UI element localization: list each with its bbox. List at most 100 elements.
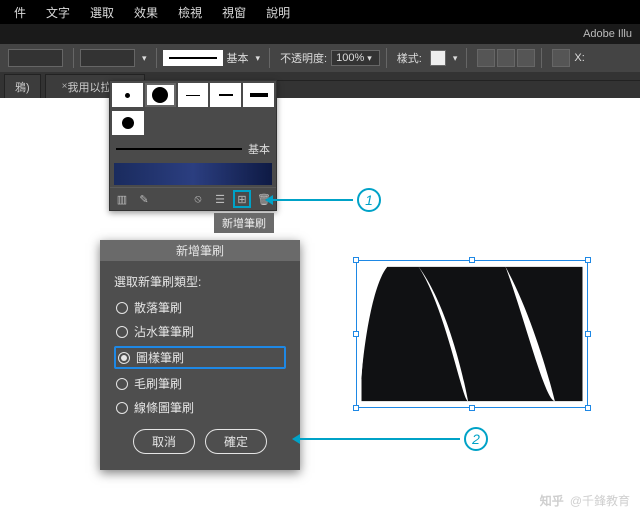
brush-style-label: 基本 bbox=[227, 50, 249, 66]
menu-item[interactable]: 文字 bbox=[46, 4, 70, 21]
brush-type-option[interactable]: 散落筆刷 bbox=[114, 298, 286, 317]
selected-artwork[interactable] bbox=[356, 260, 588, 408]
selection-handle[interactable] bbox=[353, 405, 359, 411]
opacity-label: 不透明度: bbox=[280, 50, 327, 66]
watermark: 知乎 @千鋒教育 bbox=[540, 492, 630, 509]
brush-swatch[interactable] bbox=[178, 83, 209, 107]
menu-item[interactable]: 選取 bbox=[90, 4, 114, 21]
transform-icon[interactable] bbox=[552, 49, 570, 67]
library-icon[interactable]: ▥ bbox=[114, 191, 130, 207]
chevron-down-icon[interactable]: ▾ bbox=[142, 53, 147, 64]
option-label: 毛刷筆刷 bbox=[134, 375, 182, 392]
brush-settings-icon[interactable]: ☰ bbox=[212, 191, 228, 207]
brush-options-icon[interactable]: ✎ bbox=[136, 191, 152, 207]
arrow-icon bbox=[292, 434, 300, 444]
divider bbox=[541, 48, 542, 68]
document-tab-partial[interactable]: 鴉) bbox=[4, 74, 41, 98]
dialog-title: 新增筆刷 bbox=[100, 240, 300, 261]
brush-row bbox=[110, 81, 276, 109]
callout-line bbox=[300, 438, 460, 440]
menu-item[interactable]: 說明 bbox=[266, 4, 290, 21]
radio-icon bbox=[116, 402, 128, 414]
document-tabs: 鴉) × 我用以拉拉的 bbox=[0, 72, 640, 98]
brush-row bbox=[110, 109, 276, 137]
artwork-shape bbox=[357, 261, 587, 407]
transform-icons bbox=[552, 49, 570, 67]
radio-icon bbox=[116, 326, 128, 338]
menubar: 件 文字 選取 效果 檢視 視窗 說明 bbox=[0, 0, 640, 24]
align-icon[interactable] bbox=[517, 49, 535, 67]
new-brush-dialog: 新增筆刷 選取新筆刷類型: 散落筆刷 沾水筆筆刷 圖樣筆刷 毛刷筆刷 線條圖筆刷… bbox=[100, 240, 300, 470]
selection-handle[interactable] bbox=[469, 405, 475, 411]
radio-icon bbox=[116, 302, 128, 314]
watermark-author: @千鋒教育 bbox=[570, 492, 630, 509]
selection-handle[interactable] bbox=[353, 257, 359, 263]
callout-line bbox=[273, 199, 353, 201]
radio-icon bbox=[116, 378, 128, 390]
brush-swatch[interactable] bbox=[145, 83, 176, 107]
graphic-style-swatch[interactable] bbox=[430, 50, 446, 66]
option-label: 線條圖筆刷 bbox=[134, 399, 194, 416]
brush-swatch[interactable] bbox=[243, 83, 274, 107]
brush-swatch[interactable] bbox=[112, 83, 143, 107]
fill-swatch[interactable] bbox=[8, 49, 63, 67]
selection-handle[interactable] bbox=[353, 331, 359, 337]
option-label: 圖樣筆刷 bbox=[136, 349, 184, 366]
new-brush-tooltip: 新增筆刷 bbox=[214, 213, 274, 233]
brushes-panel-footer: ▥ ✎ ⦸ ☰ ⊞ 🗑 bbox=[110, 187, 276, 210]
divider bbox=[269, 48, 270, 68]
callout-step-2: 2 bbox=[292, 427, 488, 451]
menu-item[interactable]: 視窗 bbox=[222, 4, 246, 21]
chevron-down-icon[interactable]: ▾ bbox=[367, 53, 372, 64]
selection-handle[interactable] bbox=[585, 257, 591, 263]
menu-item[interactable]: 檢視 bbox=[178, 4, 202, 21]
opacity-value: 100% bbox=[336, 52, 364, 64]
x-label: X: bbox=[574, 52, 584, 64]
brush-type-option-selected[interactable]: 圖樣筆刷 bbox=[114, 346, 286, 369]
option-label: 沾水筆筆刷 bbox=[134, 323, 194, 340]
brushes-panel: 基本 ▥ ✎ ⦸ ☰ ⊞ 🗑 新增筆刷 bbox=[109, 80, 277, 211]
new-brush-button[interactable]: ⊞ bbox=[234, 191, 250, 207]
divider bbox=[466, 48, 467, 68]
step-number: 2 bbox=[464, 427, 488, 451]
selection-handle[interactable] bbox=[469, 257, 475, 263]
callout-step-1: 1 bbox=[265, 188, 381, 212]
ok-button[interactable]: 確定 bbox=[205, 429, 267, 454]
menu-item[interactable]: 件 bbox=[14, 4, 26, 21]
menu-item[interactable]: 效果 bbox=[134, 4, 158, 21]
brush-type-option[interactable]: 毛刷筆刷 bbox=[114, 374, 286, 393]
divider bbox=[156, 48, 157, 68]
divider bbox=[73, 48, 74, 68]
cancel-button[interactable]: 取消 bbox=[133, 429, 195, 454]
chevron-down-icon[interactable]: ▾ bbox=[256, 53, 261, 64]
selection-handle[interactable] bbox=[585, 331, 591, 337]
brush-type-option[interactable]: 線條圖筆刷 bbox=[114, 398, 286, 417]
brush-swatch[interactable] bbox=[112, 111, 144, 135]
dialog-prompt: 選取新筆刷類型: bbox=[114, 273, 286, 290]
tab-title: 鴉) bbox=[15, 79, 30, 95]
stroke-color-swatch[interactable] bbox=[80, 49, 135, 67]
app-title-bar: Adobe Illu bbox=[0, 24, 640, 44]
align-icon[interactable] bbox=[477, 49, 495, 67]
basic-brush-label: 基本 bbox=[248, 141, 270, 157]
brush-type-option[interactable]: 沾水筆筆刷 bbox=[114, 322, 286, 341]
control-bar: ▾ 基本 ▾ 不透明度: 100% ▾ 樣式: ▾ X: bbox=[0, 44, 640, 72]
arrow-icon bbox=[265, 195, 273, 205]
radio-icon bbox=[118, 352, 130, 364]
chevron-down-icon[interactable]: ▾ bbox=[453, 53, 458, 64]
selection-handle[interactable] bbox=[585, 405, 591, 411]
align-icon[interactable] bbox=[497, 49, 515, 67]
style-label: 樣式: bbox=[397, 50, 422, 66]
dialog-body: 選取新筆刷類型: 散落筆刷 沾水筆筆刷 圖樣筆刷 毛刷筆刷 線條圖筆刷 取消 確… bbox=[100, 261, 300, 460]
brush-style-swatch[interactable] bbox=[163, 50, 223, 66]
basic-brush-row[interactable]: 基本 bbox=[110, 137, 276, 161]
divider bbox=[386, 48, 387, 68]
option-label: 散落筆刷 bbox=[134, 299, 182, 316]
art-brush-strip[interactable] bbox=[114, 163, 272, 185]
brush-swatch[interactable] bbox=[210, 83, 241, 107]
opacity-field[interactable]: 100% ▾ bbox=[331, 50, 380, 66]
dialog-buttons: 取消 確定 bbox=[114, 429, 286, 454]
remove-stroke-icon[interactable]: ⦸ bbox=[190, 191, 206, 207]
step-number: 1 bbox=[357, 188, 381, 212]
basic-brush-line bbox=[116, 148, 242, 150]
